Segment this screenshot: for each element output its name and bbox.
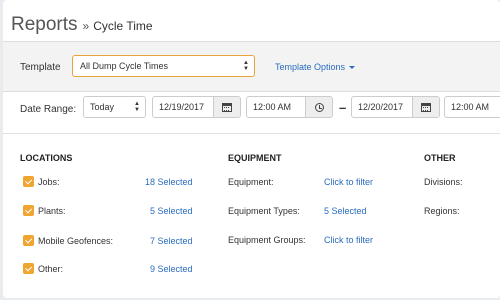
- end-date-input[interactable]: 12/20/2017: [351, 96, 440, 118]
- equipment-filter-link[interactable]: Click to filter: [324, 177, 373, 187]
- template-options-link[interactable]: Template Options: [275, 62, 356, 72]
- breadcrumb-separator: »: [82, 19, 90, 33]
- jobs-checkbox[interactable]: [23, 176, 34, 187]
- mobile-geofences-selected-link[interactable]: 7 Selected: [150, 236, 193, 246]
- other-label: Other:: [38, 264, 64, 274]
- start-date-input[interactable]: 12/19/2017: [152, 96, 241, 118]
- plants-label: Plants:: [38, 206, 66, 216]
- locations-header: LOCATIONS: [20, 153, 73, 163]
- plants-checkbox[interactable]: [23, 205, 34, 216]
- divisions-label: Divisions:: [424, 177, 463, 187]
- equipment-header: EQUIPMENT: [228, 153, 282, 163]
- clock-icon: [314, 102, 324, 112]
- equipment-label: Equipment:: [228, 177, 274, 187]
- equipment-groups-filter-link[interactable]: Click to filter: [324, 235, 373, 245]
- date-preset-value: Today: [90, 102, 115, 112]
- other-selected-link[interactable]: 9 Selected: [150, 264, 193, 274]
- end-date-picker-button[interactable]: [412, 97, 439, 117]
- end-date-value: 12/20/2017: [358, 102, 404, 112]
- page-subtitle: Cycle Time: [93, 19, 153, 33]
- end-time-value: 12:00 AM: [451, 102, 490, 112]
- select-arrows-icon: ▲ ▼: [134, 101, 140, 113]
- calendar-icon: [421, 102, 431, 112]
- caret-down-icon: [349, 65, 356, 69]
- start-time-input[interactable]: 12:00 AM: [246, 96, 333, 118]
- template-label: Template: [20, 62, 61, 73]
- start-time-picker-button[interactable]: [305, 97, 332, 117]
- page-title-main: Reports: [11, 14, 78, 35]
- calendar-icon: [222, 102, 232, 112]
- date-range-row: Date Range: Today ▲ ▼ 12/19/2017 12:00 AM…: [3, 96, 500, 122]
- mobile-geofences-label: Mobile Geofences:: [38, 236, 114, 246]
- template-select[interactable]: All Dump Cycle Times ▲ ▼: [72, 55, 255, 77]
- page-title: Reports » Cycle Time: [11, 14, 153, 36]
- start-time-value: 12:00 AM: [253, 102, 292, 112]
- jobs-selected-link[interactable]: 18 Selected: [145, 177, 193, 187]
- other-section-header: OTHER: [424, 153, 456, 163]
- start-date-value: 12/19/2017: [159, 102, 205, 112]
- section-divider: [3, 133, 500, 134]
- equipment-groups-label: Equipment Groups:: [228, 235, 306, 245]
- plants-selected-link[interactable]: 5 Selected: [150, 206, 193, 216]
- template-options-label: Template Options: [275, 62, 346, 72]
- template-select-value: All Dump Cycle Times: [80, 61, 169, 71]
- select-arrows-icon: ▲ ▼: [243, 60, 249, 72]
- equipment-types-selected-link[interactable]: 5 Selected: [324, 206, 367, 216]
- date-preset-select[interactable]: Today ▲ ▼: [83, 96, 146, 118]
- mobile-geofences-checkbox[interactable]: [23, 235, 34, 246]
- end-time-input[interactable]: 12:00 AM: [444, 96, 500, 118]
- template-bar: Template All Dump Cycle Times ▲ ▼ Templat…: [3, 41, 500, 92]
- other-checkbox[interactable]: [23, 263, 34, 274]
- regions-label: Regions:: [424, 206, 460, 216]
- jobs-label: Jobs:: [38, 177, 60, 187]
- date-range-label: Date Range:: [20, 104, 77, 115]
- start-date-picker-button[interactable]: [213, 97, 240, 117]
- equipment-types-label: Equipment Types:: [228, 206, 300, 216]
- date-range-separator: –: [339, 100, 347, 115]
- reports-window: Reports » Cycle Time Template All Dump C…: [3, 0, 500, 298]
